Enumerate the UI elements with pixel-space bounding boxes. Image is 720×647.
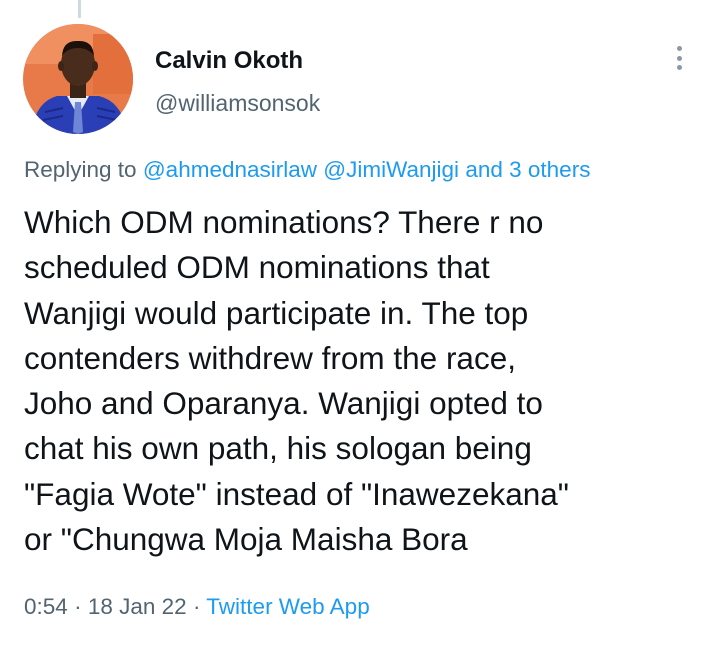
tweet-text: Which ODM nominations? There r no schedu… [24,204,569,558]
avatar-image [23,24,133,134]
tweet-time[interactable]: 0:54 [24,594,68,619]
tweet-metadata: 0:54 · 18 Jan 22 · Twitter Web App [24,592,370,622]
more-vertical-icon [676,46,682,51]
more-vertical-icon-dot [676,55,682,61]
thread-connector-line [78,0,81,18]
replying-to-connector[interactable]: and [465,157,503,182]
more-vertical-icon-dot [676,65,682,70]
replying-to-line: Replying to @ahmednasirlaw @JimiWanjigi … [24,155,590,185]
replying-to-others-link[interactable]: 3 others [509,157,590,182]
meta-separator: · [74,594,82,619]
author-names: Calvin Okoth @williamsonsok [155,46,320,118]
meta-separator: · [192,594,201,619]
more-options-button[interactable] [667,42,691,74]
author-handle[interactable]: @williamsonsok [155,88,320,118]
mention-ahmednasirlaw[interactable]: @ahmednasirlaw [143,157,317,182]
avatar[interactable] [23,24,133,134]
tweet-header: Calvin Okoth @williamsonsok [23,24,703,136]
mention-jimiwanjigi[interactable]: @JimiWanjigi [323,157,459,182]
tweet-date[interactable]: 18 Jan 22 [88,594,187,619]
replying-to-prefix: Replying to [24,157,137,182]
tweet-source-link[interactable]: Twitter Web App [206,594,369,619]
author-display-name[interactable]: Calvin Okoth [155,46,320,76]
